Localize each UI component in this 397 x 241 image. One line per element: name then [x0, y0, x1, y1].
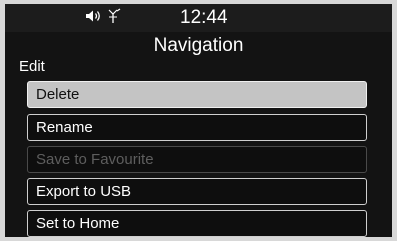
antenna-signal-icon: [107, 8, 121, 29]
speaker-volume-icon: [85, 9, 103, 28]
clock: 12:44: [180, 7, 228, 28]
infotainment-screen: 12:44 Navigation Edit Delete Rename Save…: [5, 4, 392, 237]
rename-button[interactable]: Rename: [27, 114, 367, 141]
delete-button[interactable]: Delete: [27, 81, 367, 108]
status-icons: [85, 8, 121, 28]
status-bar: 12:44: [5, 4, 392, 32]
save-to-favourite-button: Save to Favourite: [27, 146, 367, 173]
export-to-usb-button[interactable]: Export to USB: [27, 178, 367, 205]
set-to-home-button[interactable]: Set to Home: [27, 210, 367, 237]
page-title: Navigation: [153, 35, 244, 56]
section-subtitle: Edit: [19, 58, 45, 75]
